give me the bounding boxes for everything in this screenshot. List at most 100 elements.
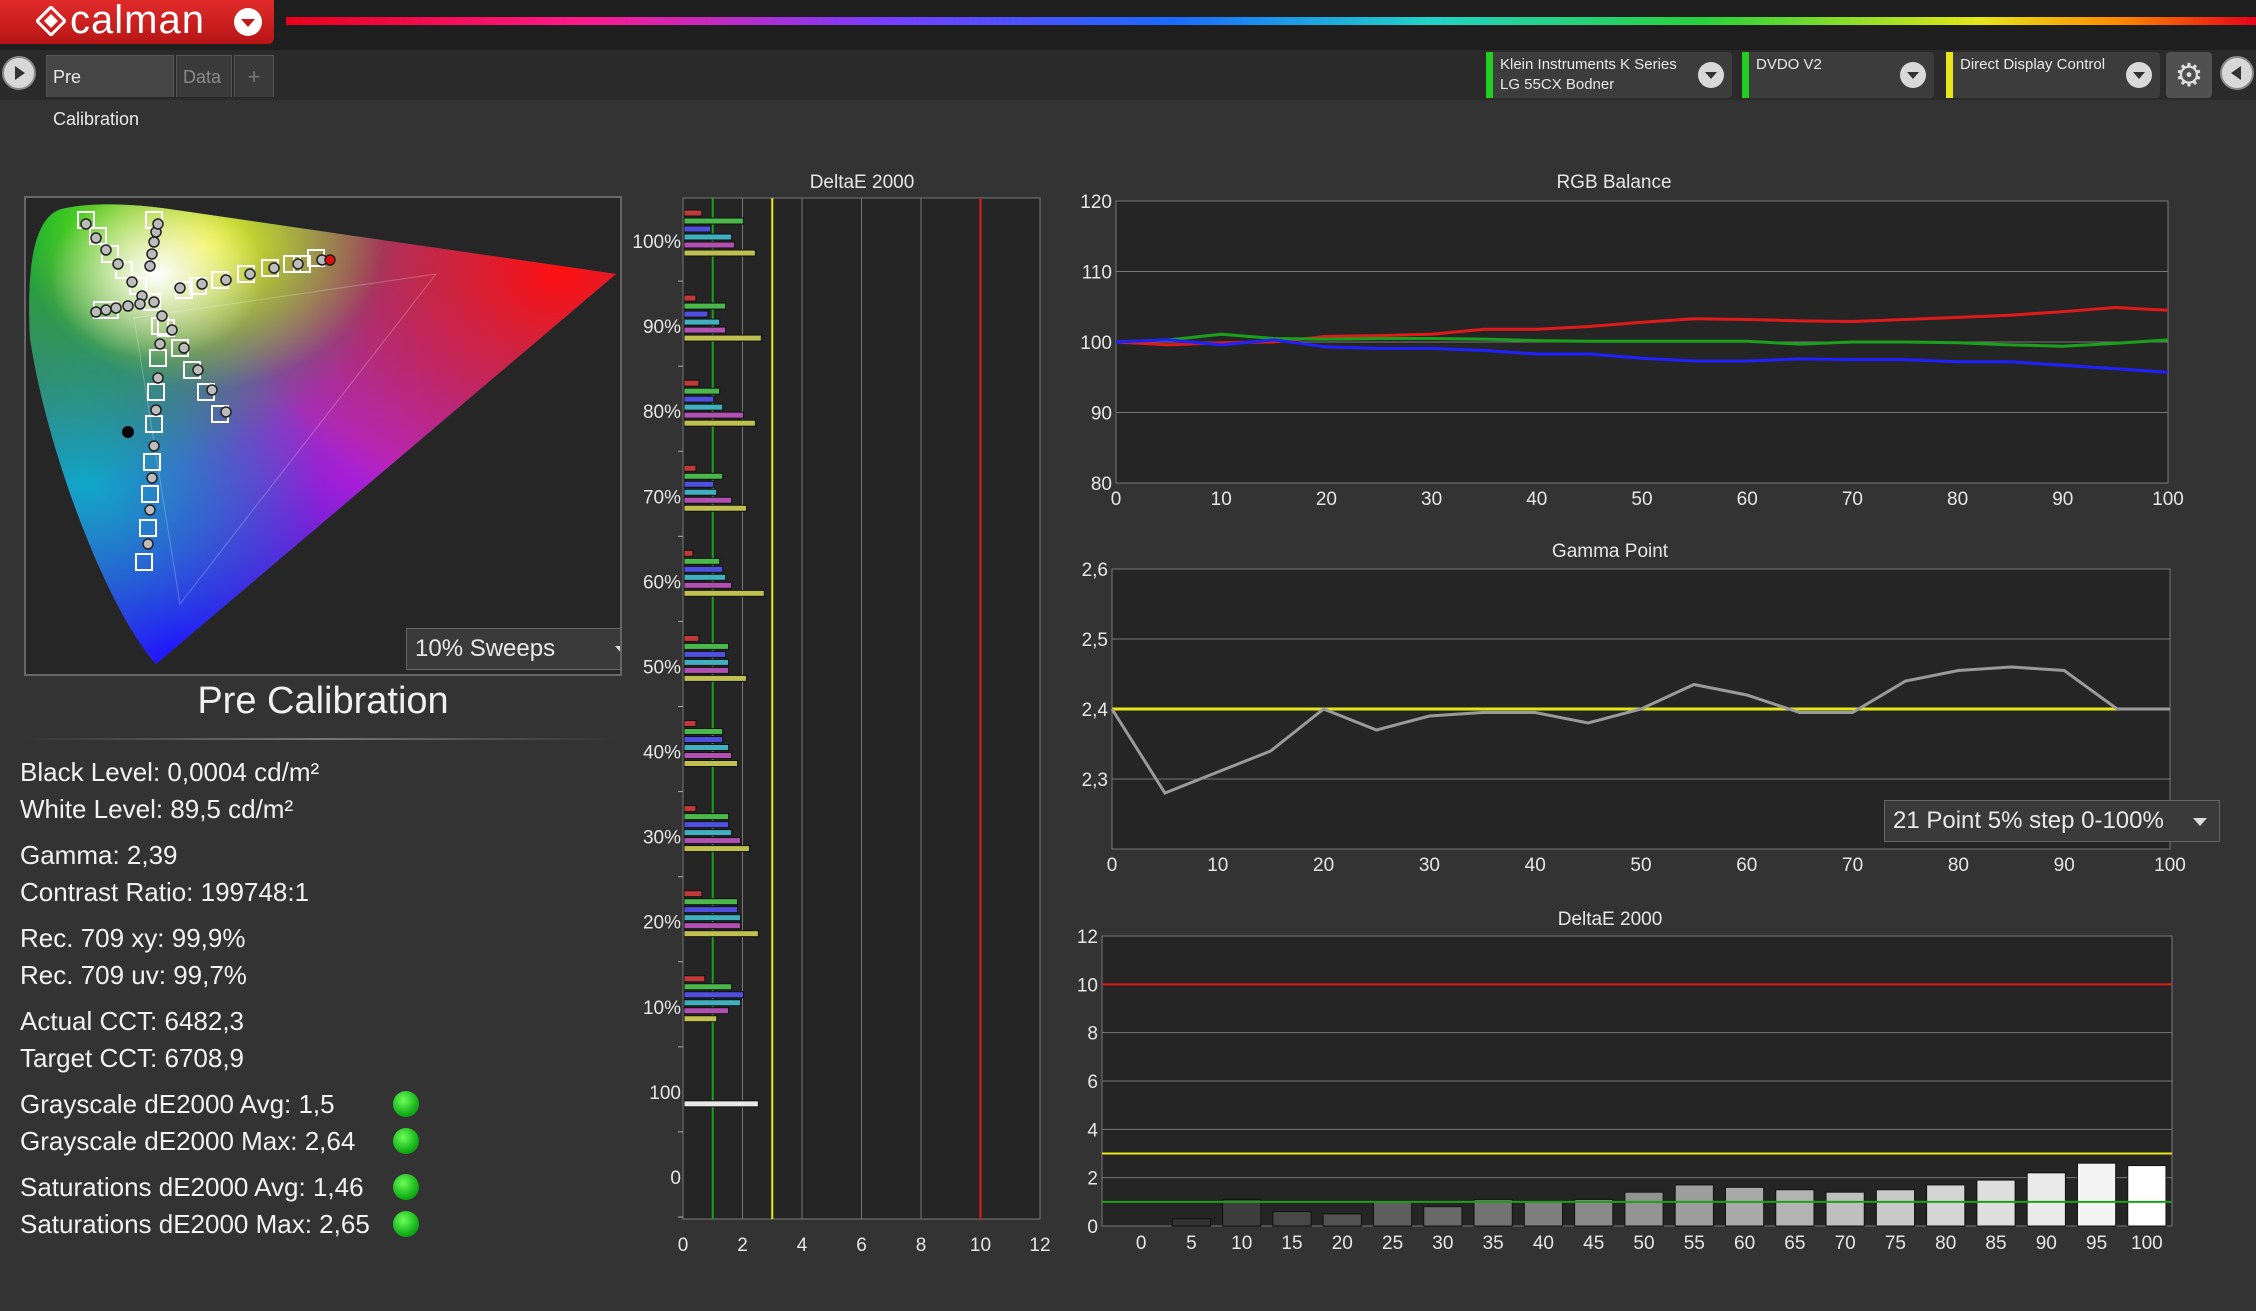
bar bbox=[683, 744, 730, 751]
bar bbox=[1272, 1211, 1312, 1227]
tick-label: 2 bbox=[1087, 1169, 1098, 1190]
tick-label: 20 bbox=[1313, 855, 1334, 876]
tick-label: 20% bbox=[643, 913, 681, 934]
play-forward-icon[interactable] bbox=[2, 56, 36, 90]
bar bbox=[683, 658, 730, 666]
tick-label: 10 bbox=[1211, 489, 1232, 510]
stat-saturations-avg: Saturations dE2000 Avg: 1,46 bbox=[20, 1172, 364, 1202]
bar bbox=[683, 1007, 730, 1015]
bar bbox=[1976, 1179, 2016, 1227]
bar bbox=[683, 983, 733, 991]
status-indicator bbox=[393, 1174, 419, 1200]
bar bbox=[683, 379, 700, 387]
add-tab-button[interactable]: + bbox=[234, 55, 274, 97]
chevron-down-icon[interactable] bbox=[1698, 62, 1724, 88]
tick-label: 80 bbox=[1947, 489, 1968, 510]
sweep-select[interactable]: 10% Sweeps bbox=[406, 628, 620, 670]
bar bbox=[683, 233, 733, 241]
tick-label: 0 bbox=[670, 1168, 681, 1189]
bar bbox=[683, 294, 697, 302]
bar bbox=[683, 634, 700, 642]
bar bbox=[683, 760, 739, 767]
tick-label: 100 bbox=[1080, 333, 1112, 354]
tick-label: 90 bbox=[1091, 404, 1112, 425]
bar bbox=[683, 666, 730, 674]
bar bbox=[683, 387, 721, 395]
tick-label: 30 bbox=[1419, 855, 1440, 876]
stat-gamma: Gamma: 2,39 bbox=[20, 840, 178, 870]
bar bbox=[1523, 1201, 1564, 1227]
bar bbox=[683, 1100, 759, 1108]
status-stripe bbox=[1486, 52, 1493, 98]
tick-label: 70 bbox=[1842, 855, 1863, 876]
rgb-balance-chart: 80 90 100 110 120 0 10 20 30 40 50 60 70 80 90 100 bbox=[1080, 192, 2184, 510]
bar bbox=[1926, 1184, 1966, 1227]
status-indicator bbox=[393, 1128, 419, 1154]
bar bbox=[2127, 1165, 2167, 1227]
meter-selector[interactable]: Klein Instruments K Series LG 55CX Bodne… bbox=[1486, 52, 1732, 98]
tab-pre-calibration[interactable]: Pre Calibration bbox=[46, 55, 174, 129]
bar bbox=[683, 1015, 718, 1023]
play-back-icon[interactable] bbox=[2220, 56, 2254, 90]
chevron-down-icon[interactable] bbox=[234, 8, 262, 36]
bar bbox=[2076, 1162, 2117, 1227]
tick-label: 2,5 bbox=[1082, 630, 1108, 651]
cie-diagram bbox=[29, 204, 616, 664]
bar bbox=[683, 496, 733, 504]
bar bbox=[683, 728, 724, 735]
bar bbox=[683, 845, 750, 853]
tick-label: 10 bbox=[1077, 975, 1098, 996]
tick-label: 90 bbox=[2036, 1233, 2057, 1254]
meter-name: Klein Instruments K Series bbox=[1500, 56, 1677, 73]
tick-label: 0 bbox=[1111, 489, 1122, 510]
tick-label: 20 bbox=[1316, 489, 1337, 510]
bar bbox=[683, 217, 744, 225]
bar bbox=[1473, 1198, 1513, 1227]
bar bbox=[683, 642, 730, 650]
tick-label: 20 bbox=[1332, 1233, 1353, 1254]
bar bbox=[1372, 1201, 1413, 1227]
gamma-point-select[interactable]: 21 Point 5% step 0-100% bbox=[1884, 800, 2220, 842]
deltae-grayscale-chart: 0 2 4 6 8 10 12 0 5 10 15 20 25 30 35 40 45 50 55 60 65 70 75 8… bbox=[1077, 927, 2173, 1254]
gear-icon[interactable]: ⚙ bbox=[2166, 52, 2212, 98]
bar bbox=[683, 318, 721, 326]
chevron-down-icon[interactable] bbox=[1900, 62, 1926, 88]
pattern-source-selector[interactable]: DVDO V2 bbox=[1742, 52, 1934, 98]
bar bbox=[683, 589, 765, 597]
tick-label: 8 bbox=[1087, 1024, 1098, 1045]
tick-label: 12 bbox=[1077, 927, 1098, 948]
display-control-selector[interactable]: Direct Display Control bbox=[1946, 52, 2160, 98]
chart-title: DeltaE 2000 bbox=[809, 172, 915, 193]
tick-label: 2,6 bbox=[1082, 560, 1108, 581]
bar bbox=[683, 403, 724, 411]
tick-label: 60 bbox=[1736, 855, 1757, 876]
tick-label: 80 bbox=[1935, 1233, 1956, 1254]
bar bbox=[1624, 1191, 1664, 1227]
tab-data[interactable]: Data bbox=[176, 55, 232, 97]
bar bbox=[683, 395, 715, 403]
status-indicator bbox=[393, 1091, 419, 1117]
chevron-down-icon[interactable] bbox=[2126, 62, 2152, 88]
bar bbox=[683, 302, 727, 310]
bar bbox=[683, 472, 724, 480]
bar bbox=[683, 736, 724, 743]
tick-label: 5 bbox=[1186, 1233, 1197, 1254]
tick-label: 6 bbox=[856, 1235, 867, 1255]
bar bbox=[683, 991, 744, 999]
bar bbox=[683, 821, 730, 829]
bar bbox=[683, 565, 724, 573]
stat-saturations-max: Saturations dE2000 Max: 2,65 bbox=[20, 1209, 370, 1239]
bar bbox=[683, 411, 744, 419]
tick-label: 0 bbox=[678, 1235, 689, 1255]
status-stripe bbox=[1946, 52, 1953, 98]
gamma-point-chart: 2,3 2,4 2,5 2,6 0 10 20 30 40 50 60 70 80 90 100 bbox=[1082, 560, 2186, 876]
calman-logo[interactable]: calman bbox=[0, 0, 274, 44]
bar bbox=[683, 326, 727, 334]
tick-label: 60 bbox=[1734, 1233, 1755, 1254]
tick-label: 4 bbox=[797, 1235, 808, 1255]
tick-label: 70% bbox=[643, 487, 681, 508]
tick-label: 25 bbox=[1382, 1233, 1403, 1254]
tick-label: 10 bbox=[1207, 855, 1228, 876]
bar bbox=[683, 464, 697, 472]
bar bbox=[1222, 1198, 1262, 1227]
